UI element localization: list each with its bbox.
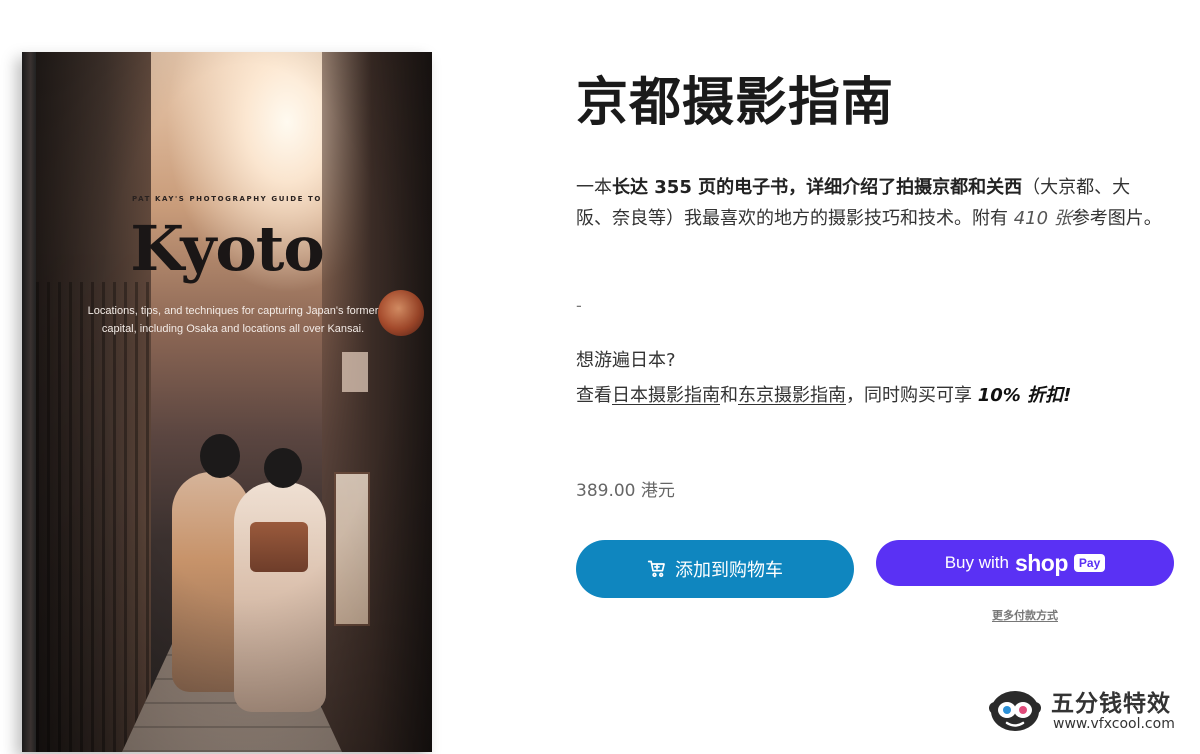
book-cover-image: PAT KAY'S PHOTOGRAPHY GUIDE TO Kyoto Loc… bbox=[22, 52, 432, 752]
product-description: 一本长达 355 页的电子书，详细介绍了拍摄京都和关西（大京都、大阪、奈良等）我… bbox=[576, 172, 1166, 234]
buy-with-shop-pay-button[interactable]: Buy with shop Pay bbox=[876, 540, 1174, 586]
monkey-logo-icon bbox=[989, 691, 1041, 731]
desc-intro: 一本 bbox=[576, 177, 612, 198]
promo-line: 查看日本摄影指南和东京摄影指南，同时购买可享 10% 折扣! bbox=[576, 381, 1071, 407]
desc-end: 参考图片。 bbox=[1071, 208, 1162, 229]
shop-wordmark: shop bbox=[1014, 549, 1068, 576]
product-title: 京都摄影指南 bbox=[576, 73, 895, 133]
pay-badge: Pay bbox=[1073, 554, 1106, 572]
more-payment-options-link[interactable]: 更多付款方式 bbox=[876, 607, 1174, 623]
promo-discount: 10% 折扣! bbox=[977, 385, 1072, 406]
watermark: 五分钱特效 www.vfxcool.com bbox=[985, 676, 1185, 746]
promo-suffix: ，同时购买可享 bbox=[846, 385, 978, 406]
tokyo-guide-link[interactable]: 东京摄影指南 bbox=[738, 385, 846, 406]
product-price: 389.00 港元 bbox=[576, 481, 675, 501]
cover-eyebrow: PAT KAY'S PHOTOGRAPHY GUIDE TO bbox=[132, 195, 322, 203]
promo-question: 想游遍日本? bbox=[576, 350, 676, 371]
cover-title: Kyoto bbox=[130, 212, 324, 285]
desc-italic: 410 张 bbox=[1013, 208, 1072, 229]
desc-bold: 长达 355 页的电子书，详细介绍了拍摄京都和关西 bbox=[612, 177, 1023, 198]
promo-prefix: 查看 bbox=[576, 385, 612, 406]
cover-vignette bbox=[22, 52, 432, 752]
product-page: PAT KAY'S PHOTOGRAPHY GUIDE TO Kyoto Loc… bbox=[0, 0, 1200, 754]
japan-guide-link[interactable]: 日本摄影指南 bbox=[612, 385, 720, 406]
separator: - bbox=[576, 296, 582, 315]
book-spine bbox=[22, 52, 36, 752]
promo-and: 和 bbox=[720, 385, 738, 406]
cart-icon bbox=[647, 560, 665, 577]
buy-with-label: Buy with bbox=[944, 553, 1009, 572]
watermark-name: 五分钱特效 bbox=[1051, 691, 1171, 717]
add-to-cart-label: 添加到购物车 bbox=[675, 560, 783, 581]
add-to-cart-button[interactable]: 添加到购物车 bbox=[576, 540, 854, 598]
watermark-url: www.vfxcool.com bbox=[1053, 716, 1175, 732]
cover-subtitle: Locations, tips, and techniques for capt… bbox=[87, 305, 379, 335]
